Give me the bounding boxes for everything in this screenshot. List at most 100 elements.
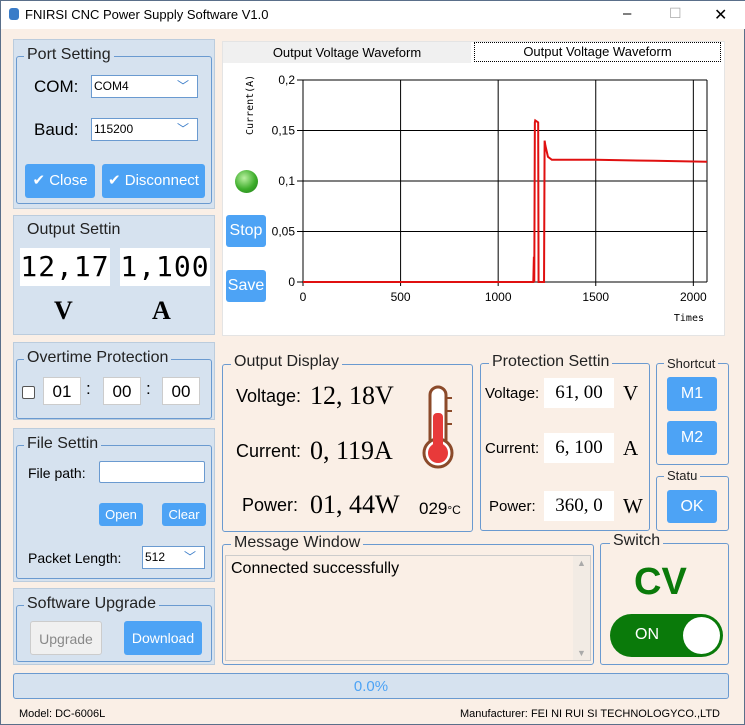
- clear-button[interactable]: Clear: [162, 503, 206, 526]
- scroll-down-icon[interactable]: ▼: [577, 648, 586, 658]
- current-label: Current:: [236, 441, 302, 461]
- com-value: COM4: [94, 79, 129, 93]
- amp-unit: A: [152, 296, 171, 325]
- progress-bar: 0.0%: [13, 673, 729, 699]
- x-tick-label: 0: [300, 290, 307, 304]
- protection-legend: Protection Settin: [489, 353, 613, 371]
- protect-current-label: Current:: [485, 440, 540, 457]
- protect-amp-unit: A: [623, 436, 639, 460]
- check-icon: ✔: [32, 172, 50, 189]
- manufacturer-value: FEI NI RUI SI TECHNOLOGYCO.,LTD: [530, 708, 720, 720]
- overtime-seconds[interactable]: 00: [162, 377, 200, 405]
- voltage-readout: 12, 18V: [310, 381, 394, 410]
- title-bar: FNIRSI CNC Power Supply Software V1.0 – …: [1, 1, 745, 29]
- disconnect-button[interactable]: ✔ Disconnect: [102, 164, 205, 198]
- y-tick-label: 0,1: [278, 174, 295, 188]
- com-label: COM:: [34, 77, 79, 96]
- file-path-input[interactable]: [99, 461, 205, 483]
- model-info: Model: DC-6006L: [19, 708, 105, 720]
- protect-power-input[interactable]: 360, 0: [544, 491, 614, 521]
- y-tick-label: 0,15: [272, 124, 296, 138]
- toggle-knob: [683, 617, 720, 654]
- output-setting-panel: Output Settin 12,17 1,100 V A: [13, 215, 215, 335]
- window-title: FNIRSI CNC Power Supply Software V1.0: [25, 7, 269, 22]
- voltage-label: Voltage:: [236, 386, 302, 406]
- x-tick-label: 500: [391, 290, 411, 304]
- protect-voltage-label: Voltage:: [485, 385, 540, 402]
- m2-button[interactable]: M2: [667, 421, 717, 455]
- upgrade-legend: Software Upgrade: [24, 595, 159, 613]
- file-setting-legend: File Settin: [24, 435, 102, 453]
- power-readout: 01, 44W: [310, 490, 400, 519]
- app-icon: [9, 8, 19, 20]
- overtime-minutes[interactable]: 00: [103, 377, 141, 405]
- packet-length-label: Packet Length:: [28, 550, 122, 566]
- port-setting-legend: Port Setting: [24, 46, 114, 64]
- chevron-down-icon: ﹀: [176, 79, 189, 93]
- protect-power-label: Power:: [489, 498, 536, 515]
- message-legend: Message Window: [231, 534, 364, 552]
- toggle-label: ON: [635, 626, 659, 643]
- protect-volt-unit: V: [623, 381, 639, 405]
- download-button[interactable]: Download: [124, 621, 202, 655]
- power-label: Power:: [242, 495, 299, 515]
- file-setting-panel: File Settin File path: Open Clear Packet…: [13, 428, 215, 582]
- upgrade-button[interactable]: Upgrade: [30, 621, 102, 655]
- y-axis-label: Current(A): [245, 75, 256, 135]
- file-path-label: File path:: [28, 465, 86, 481]
- com-select[interactable]: COM4 ﹀: [91, 75, 198, 98]
- baud-label: Baud:: [34, 120, 79, 139]
- x-tick-label: 1500: [582, 290, 609, 304]
- minimize-button[interactable]: –: [623, 5, 631, 22]
- baud-value: 115200: [94, 122, 134, 136]
- overtime-legend: Overtime Protection: [24, 349, 172, 367]
- progress-text: 0.0%: [353, 678, 389, 695]
- close-port-label: Close: [49, 172, 88, 189]
- overtime-panel: Overtime Protection 01 : 00 : 00: [13, 342, 215, 420]
- separator: :: [86, 379, 91, 398]
- ok-button[interactable]: OK: [667, 490, 717, 523]
- protect-voltage-input[interactable]: 61, 00: [544, 378, 614, 408]
- manufacturer-info: Manufacturer: FEI NI RUI SI TECHNOLOGYCO…: [460, 708, 720, 720]
- shortcut-legend: Shortcut: [664, 355, 719, 373]
- current-chart: 0 0,05 0,1 0,15 0,2 0 500 1000 1500 2000 Current(A…: [245, 73, 708, 324]
- packet-length-select[interactable]: 512 ﹀: [142, 546, 205, 569]
- model-value: DC-6006L: [55, 708, 106, 720]
- close-port-button[interactable]: ✔ Close: [25, 164, 95, 198]
- current-series-line: [303, 118, 708, 283]
- voltage-setting-display[interactable]: 12,17: [20, 248, 110, 286]
- chevron-down-icon: ﹀: [176, 122, 189, 136]
- message-textarea[interactable]: Connected successfully ▲ ▼: [225, 555, 591, 661]
- open-button[interactable]: Open: [99, 503, 143, 526]
- status-legend: Statu: [664, 467, 701, 485]
- upgrade-panel: Software Upgrade Upgrade Download: [13, 588, 215, 665]
- temperature-unit: °C: [447, 503, 461, 517]
- temperature-readout: 029°C: [419, 499, 461, 519]
- maximize-button[interactable]: ☐: [669, 5, 682, 22]
- y-tick-label: 0,2: [278, 73, 295, 87]
- switch-legend: Switch: [610, 532, 664, 550]
- m1-button[interactable]: M1: [667, 377, 717, 411]
- close-button[interactable]: ✕: [714, 5, 727, 25]
- thermometer-icon: [422, 385, 454, 469]
- x-tick-label: 1000: [485, 290, 512, 304]
- y-tick-label: 0: [288, 275, 295, 289]
- waveform-panel: Output Voltage Waveform Output Voltage W…: [222, 41, 725, 336]
- model-label: Model:: [19, 708, 53, 720]
- protect-watt-unit: W: [623, 494, 643, 518]
- manufacturer-label: Manufacturer:: [460, 708, 528, 720]
- mode-indicator: CV: [634, 561, 687, 603]
- scroll-up-icon[interactable]: ▲: [577, 558, 586, 568]
- output-toggle[interactable]: ON: [610, 614, 723, 657]
- disconnect-label: Disconnect: [124, 172, 199, 189]
- current-setting-display[interactable]: 1,100: [120, 248, 210, 286]
- output-display-legend: Output Display: [231, 353, 342, 371]
- overtime-hours[interactable]: 01: [43, 377, 81, 405]
- y-tick-label: 0,05: [272, 225, 296, 239]
- port-setting-panel: Port Setting COM: COM4 ﹀ Baud: 115200 ﹀ ✔ …: [13, 39, 215, 209]
- protect-current-input[interactable]: 6, 100: [544, 433, 614, 463]
- baud-select[interactable]: 115200 ﹀: [91, 118, 198, 141]
- message-scrollbar[interactable]: ▲ ▼: [573, 556, 590, 660]
- x-tick-label: 2000: [680, 290, 707, 304]
- overtime-checkbox[interactable]: [22, 386, 35, 399]
